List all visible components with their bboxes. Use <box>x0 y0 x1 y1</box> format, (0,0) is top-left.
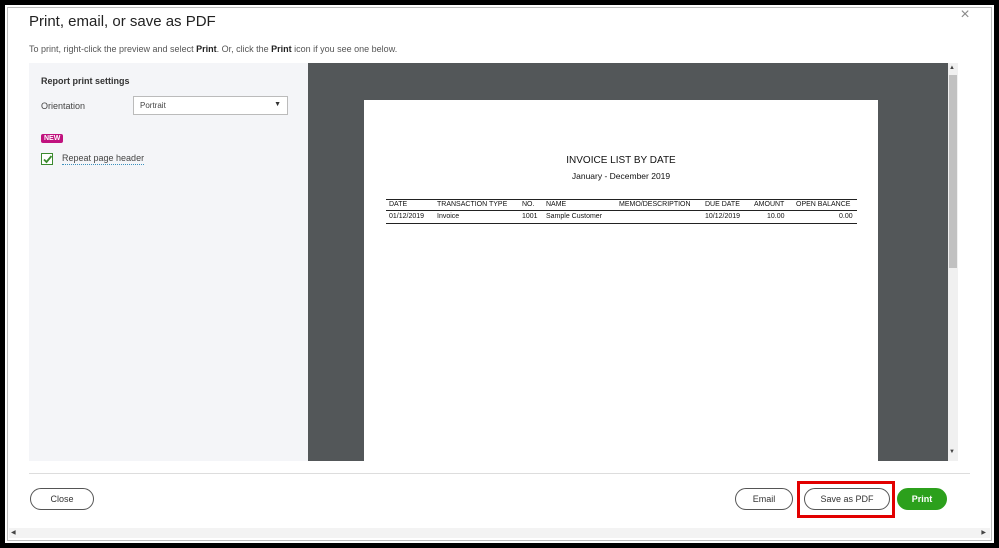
checkmark-icon <box>43 155 53 164</box>
chevron-down-icon: ▼ <box>274 101 281 108</box>
table-rule <box>386 199 857 200</box>
table-cell-open-balance: 0.00 <box>839 213 853 220</box>
dialog-title: Print, email, or save as PDF <box>29 13 216 30</box>
footer-divider <box>29 473 970 474</box>
column-header-open-balance: OPEN BALANCE <box>796 201 851 208</box>
new-badge: NEW <box>41 134 64 143</box>
email-button[interactable]: Email <box>735 488 793 510</box>
save-pdf-highlight <box>797 481 895 518</box>
print-settings-panel: Report print settings Orientation Portra… <box>29 63 308 461</box>
column-header-date: DATE <box>389 201 408 208</box>
table-cell-date: 01/12/2019 <box>389 213 425 220</box>
settings-heading: Report print settings <box>41 76 130 86</box>
report-title: INVOICE LIST BY DATE <box>566 155 676 166</box>
table-rule <box>386 210 857 211</box>
orientation-label: Orientation <box>41 101 86 111</box>
scroll-down-icon[interactable]: ▼ <box>949 449 955 455</box>
print-button[interactable]: Print <box>897 488 947 510</box>
column-header-memo: MEMO/DESCRIPTION <box>619 201 691 208</box>
scroll-left-icon[interactable]: ◀ <box>11 529 16 536</box>
table-cell-due-date: 10/12/2019 <box>705 213 741 220</box>
print-preview: INVOICE LIST BY DATE January - December … <box>308 63 948 461</box>
report-subtitle: January - December 2019 <box>571 171 671 181</box>
repeat-header-checkbox[interactable] <box>41 153 53 165</box>
orientation-value: Portrait <box>140 101 166 110</box>
orientation-select[interactable]: Portrait ▼ <box>133 96 288 115</box>
close-icon[interactable]: × <box>956 6 974 24</box>
preview-scrollbar[interactable]: ▲ ▼ <box>948 63 958 461</box>
scroll-right-icon[interactable]: ▶ <box>981 529 986 536</box>
print-dialog: Print, email, or save as PDF × To print,… <box>9 6 990 539</box>
column-header-no: NO. <box>522 201 535 208</box>
column-header-amount: AMOUNT <box>754 201 785 208</box>
table-cell-amount: 10.00 <box>767 213 785 220</box>
column-header-name: NAME <box>546 201 567 208</box>
repeat-header-label[interactable]: Repeat page header <box>62 153 145 165</box>
column-header-due-date: DUE DATE <box>705 201 740 208</box>
report-page: INVOICE LIST BY DATE January - December … <box>364 100 878 461</box>
dialog-instructions: To print, right-click the preview and se… <box>29 44 398 54</box>
scroll-thumb[interactable] <box>949 75 957 268</box>
close-button[interactable]: Close <box>30 488 94 510</box>
table-cell-name: Sample Customer <box>546 213 603 220</box>
scroll-up-icon[interactable]: ▲ <box>949 65 955 71</box>
table-cell-type: Invoice <box>437 213 460 220</box>
column-header-type: TRANSACTION TYPE <box>437 201 508 208</box>
table-rule <box>386 223 857 224</box>
table-cell-no: 1001 <box>522 213 538 220</box>
horizontal-scrollbar[interactable]: ◀ ▶ <box>9 528 990 538</box>
